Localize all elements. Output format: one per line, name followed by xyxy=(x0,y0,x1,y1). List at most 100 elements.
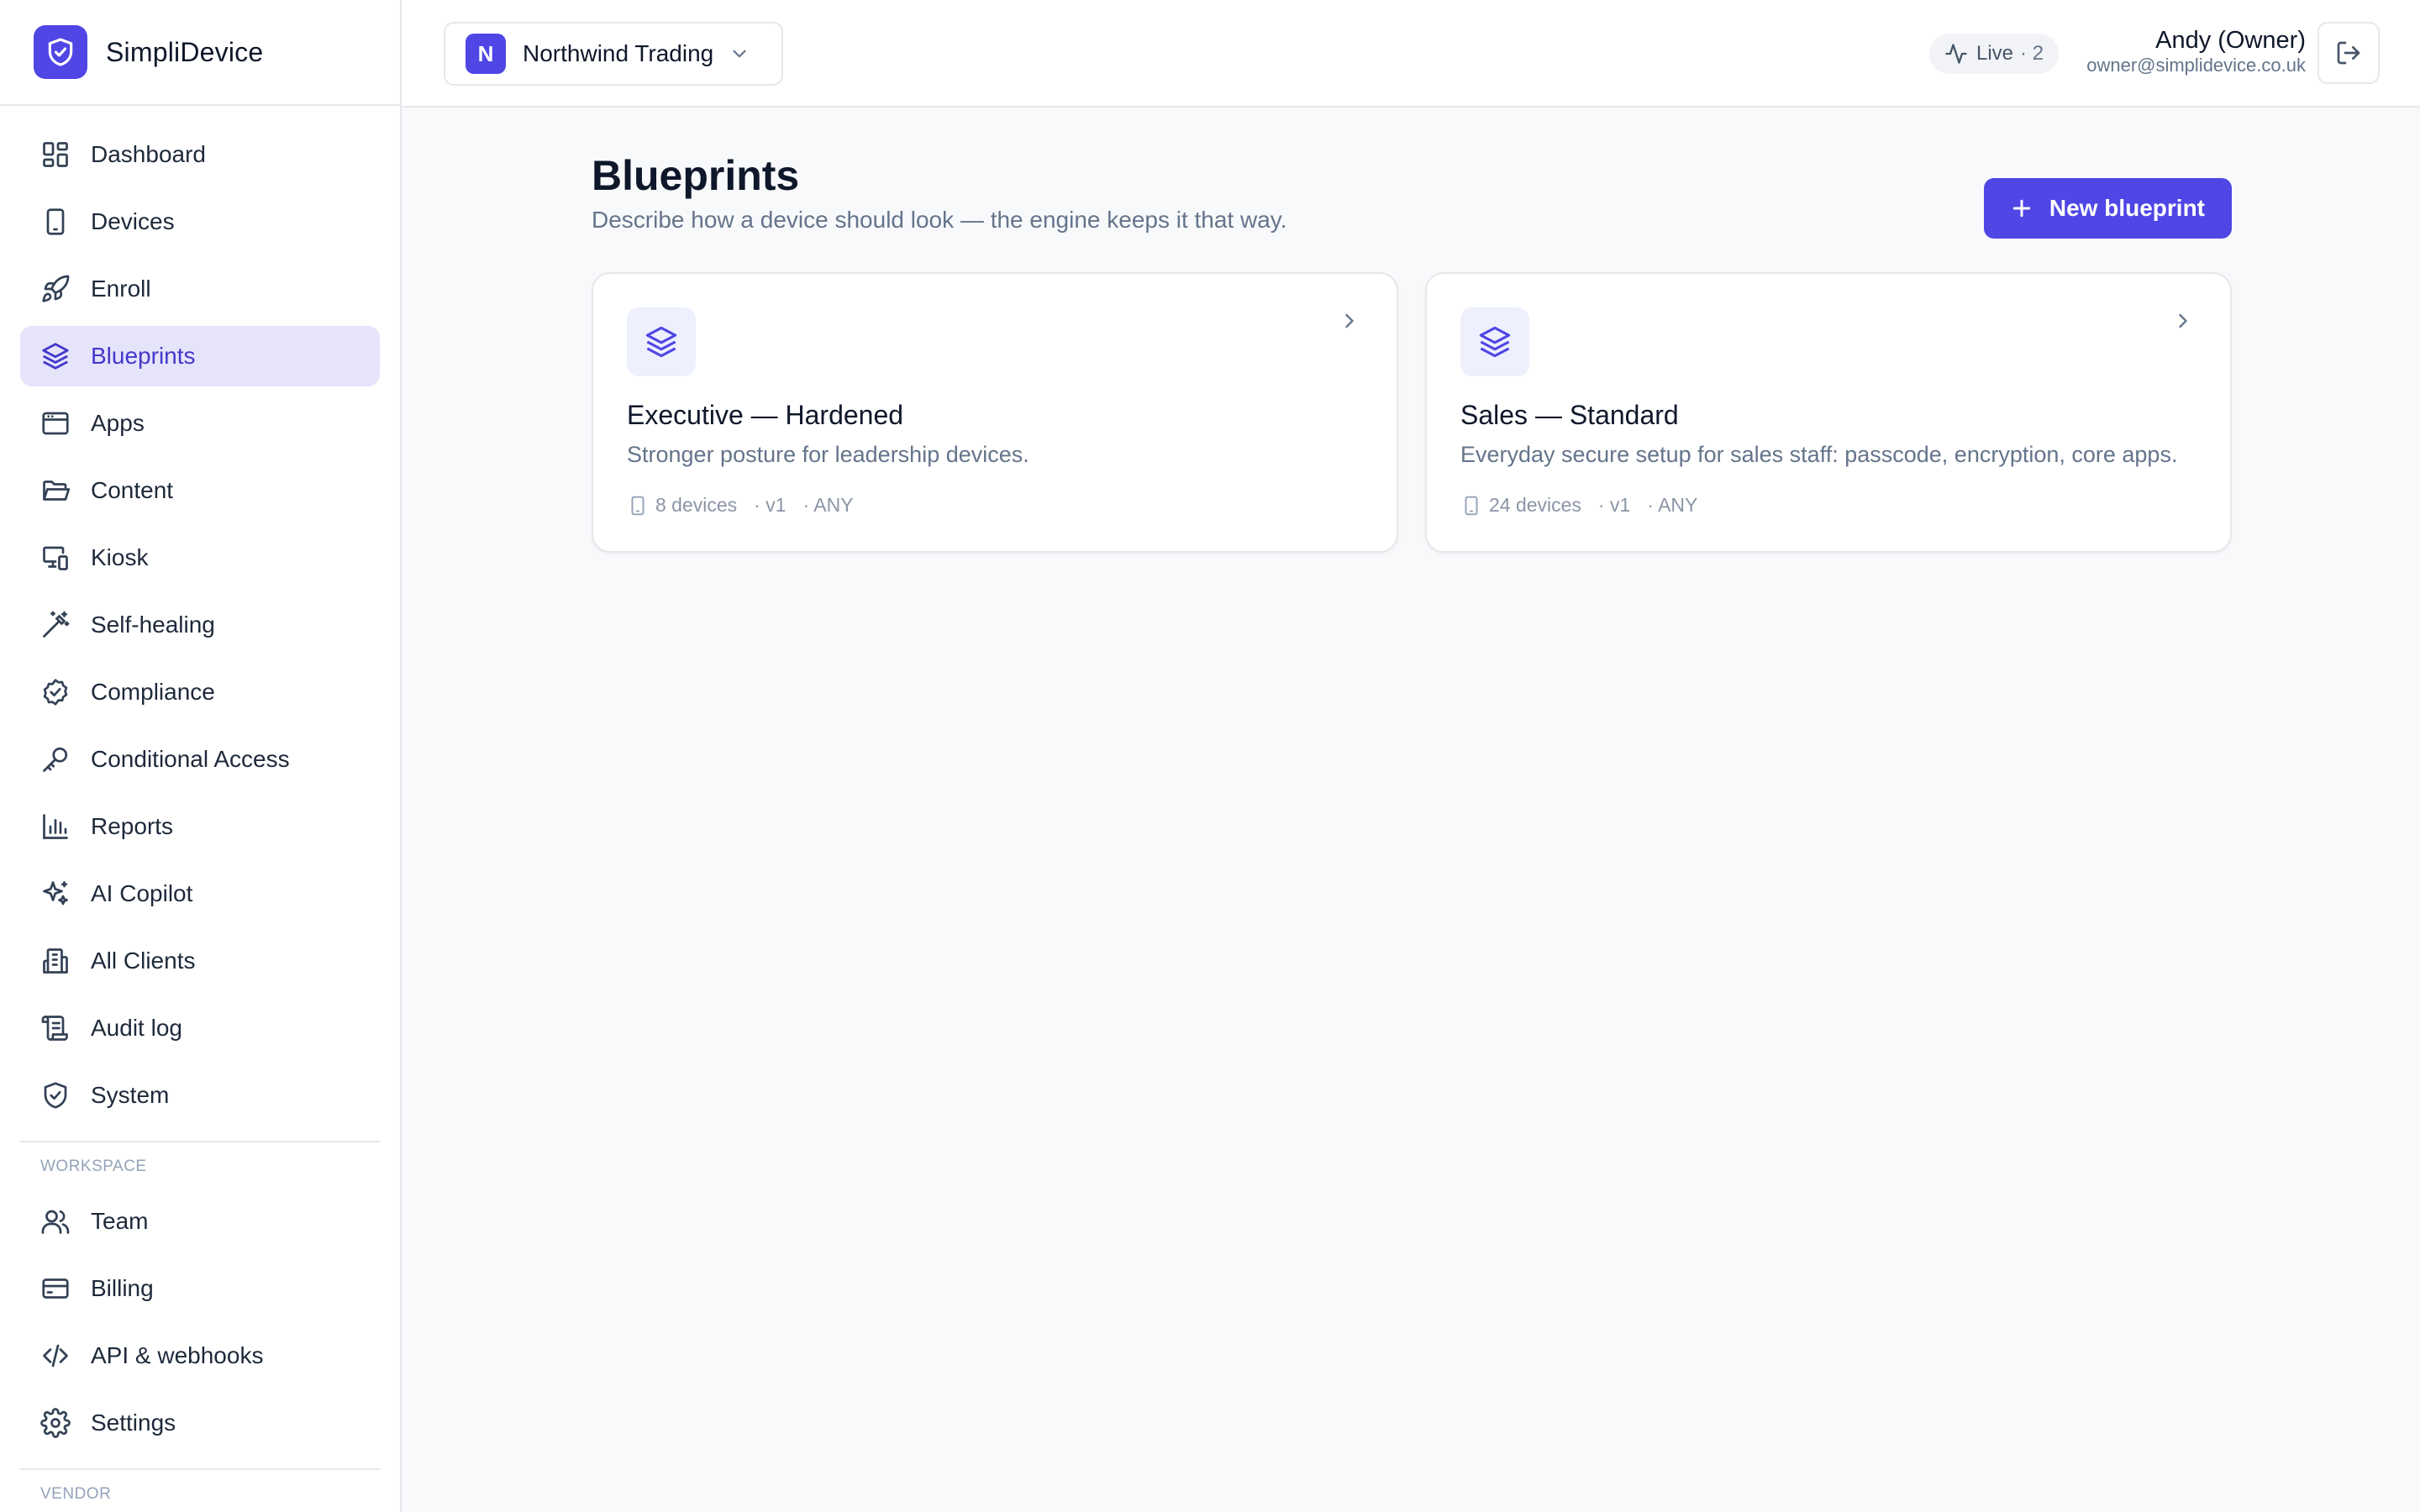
sidebar-item-label: Enroll xyxy=(91,276,151,302)
sidebar-item-blueprints[interactable]: Blueprints xyxy=(20,326,380,386)
sidebar-item-label: Compliance xyxy=(91,679,215,705)
users-icon xyxy=(41,1210,70,1234)
blueprint-card[interactable]: Sales — Standard Everyday secure setup f… xyxy=(1425,272,2232,553)
blueprint-version: · v1 xyxy=(1597,494,1631,516)
nav-divider xyxy=(20,1141,380,1142)
check-badge-icon xyxy=(43,679,68,706)
live-count: · 2 xyxy=(2020,42,2044,65)
blueprint-device-count: 8 devices xyxy=(655,494,738,516)
sidebar-item-label: Reports xyxy=(91,813,174,839)
device-icon xyxy=(1465,496,1478,515)
sidebar-item-all-clients[interactable]: All Clients xyxy=(20,931,380,991)
app-window-icon xyxy=(42,412,69,435)
new-blueprint-button[interactable]: New blueprint xyxy=(1983,178,2232,239)
gear-icon xyxy=(40,1408,71,1438)
sidebar-item-billing[interactable]: Billing xyxy=(20,1258,380,1319)
page-subtitle: Describe how a device should look — the … xyxy=(592,207,1287,233)
sidebar-item-reports[interactable]: Reports xyxy=(20,796,380,857)
sidebar-item-label: Audit log xyxy=(91,1015,182,1041)
sidebar-item-team[interactable]: Team xyxy=(20,1191,380,1252)
sidebar-item-label: Kiosk xyxy=(91,544,149,570)
user-info: Andy (Owner) owner@simplidevice.co.uk xyxy=(2086,25,2306,76)
blueprint-title: Executive — Hardened xyxy=(627,400,904,430)
blueprint-list: Executive — Hardened Stronger posture fo… xyxy=(592,272,2232,553)
blueprint-version: · v1 xyxy=(754,494,786,516)
blueprint-meta: 24 devices · v1 · ANY xyxy=(1460,494,1697,517)
device-icon xyxy=(46,208,65,235)
brand-name: SimpliDevice xyxy=(106,36,264,67)
sidebar-item-audit-log[interactable]: Audit log xyxy=(20,998,380,1058)
sidebar-item-label: Settings xyxy=(91,1410,176,1436)
org-name: Northwind Trading xyxy=(523,40,714,66)
layers-icon xyxy=(42,343,69,370)
sidebar-item-label: API & webhooks xyxy=(91,1342,264,1368)
sidebar-item-dashboard[interactable]: Dashboard xyxy=(20,124,380,185)
sidebar-item-label: Self-healing xyxy=(91,612,215,638)
sidebar-item-label: System xyxy=(91,1082,170,1108)
sidebar-item-conditional-access[interactable]: Conditional Access xyxy=(20,729,380,790)
logout-button[interactable] xyxy=(2317,22,2380,84)
layers-icon xyxy=(1479,326,1511,358)
sidebar: SimpliDevice Dashboard Devices Enroll Bl… xyxy=(0,0,402,1512)
bar-chart-icon xyxy=(43,814,68,839)
sidebar-item-enroll[interactable]: Enroll xyxy=(20,259,380,319)
sidebar-item-label: Content xyxy=(91,477,174,503)
live-label: Live xyxy=(1976,42,2014,65)
new-blueprint-label: New blueprint xyxy=(2049,195,2205,221)
plus-icon xyxy=(2012,199,2031,218)
activity-icon xyxy=(1945,44,1967,64)
nav-divider xyxy=(20,1468,380,1470)
live-status-badge[interactable]: Live · 2 xyxy=(1929,34,2060,74)
sidebar-item-content[interactable]: Content xyxy=(20,460,380,521)
blueprint-description: Everyday secure setup for sales staff: p… xyxy=(1460,442,2178,467)
sidebar-item-label: Billing xyxy=(91,1275,154,1301)
sidebar-item-label: Conditional Access xyxy=(91,746,290,772)
device-icon xyxy=(631,496,644,515)
dashboard-icon xyxy=(43,142,68,167)
sidebar-item-label: AI Copilot xyxy=(91,880,193,906)
chevron-down-icon xyxy=(733,50,746,58)
sidebar-item-kiosk[interactable]: Kiosk xyxy=(20,528,380,588)
sidebar-item-label: Devices xyxy=(91,208,175,234)
brand-logo-icon xyxy=(34,25,87,79)
sidebar-item-system[interactable]: System xyxy=(20,1065,380,1126)
shield-check-icon xyxy=(44,1082,67,1109)
blueprint-icon-tile xyxy=(1460,307,1529,376)
brand[interactable]: SimpliDevice xyxy=(0,0,400,106)
sidebar-item-label: Dashboard xyxy=(91,141,206,167)
org-switcher[interactable]: N Northwind Trading xyxy=(444,22,783,86)
sidebar-item-label: Team xyxy=(91,1208,149,1234)
scroll-icon xyxy=(41,1016,68,1041)
nav-section-vendor: VENDOR xyxy=(40,1485,112,1503)
credit-card-icon xyxy=(42,1278,69,1299)
top-bar: N Northwind Trading Live · 2 Andy (Owner… xyxy=(402,0,2420,108)
sidebar-item-devices[interactable]: Devices xyxy=(20,192,380,252)
chevron-right-icon xyxy=(2179,313,2187,328)
blueprint-description: Stronger posture for leadership devices. xyxy=(627,442,1029,467)
org-avatar: N xyxy=(466,34,506,74)
sidebar-item-label: Blueprints xyxy=(91,343,196,369)
user-name: Andy (Owner) xyxy=(2155,27,2306,54)
building-icon xyxy=(43,948,68,974)
logout-icon xyxy=(2337,41,2360,65)
key-icon xyxy=(43,747,68,772)
sidebar-item-compliance[interactable]: Compliance xyxy=(20,662,380,722)
blueprint-platform: · ANY xyxy=(1647,494,1698,516)
code-icon xyxy=(43,1344,68,1368)
user-email: owner@simplidevice.co.uk xyxy=(2086,55,2306,76)
sidebar-item-label: All Clients xyxy=(91,948,196,974)
blueprint-platform: · ANY xyxy=(802,494,854,516)
blueprint-card[interactable]: Executive — Hardened Stronger posture fo… xyxy=(592,272,1398,553)
page-title: Blueprints xyxy=(592,152,800,199)
sparkles-icon xyxy=(43,881,68,906)
sidebar-item-apps[interactable]: Apps xyxy=(20,393,380,454)
nav-section-workspace: WORKSPACE xyxy=(40,1158,147,1175)
blueprint-title: Sales — Standard xyxy=(1460,400,1679,430)
sidebar-item-ai-copilot[interactable]: AI Copilot xyxy=(20,864,380,924)
sidebar-item-settings[interactable]: Settings xyxy=(20,1393,380,1453)
sidebar-item-api-webhooks[interactable]: API & webhooks xyxy=(20,1326,380,1386)
sidebar-item-self-healing[interactable]: Self-healing xyxy=(20,595,380,655)
folder-icon xyxy=(43,480,71,501)
sidebar-item-label: Apps xyxy=(91,410,145,436)
rocket-icon xyxy=(42,275,70,302)
